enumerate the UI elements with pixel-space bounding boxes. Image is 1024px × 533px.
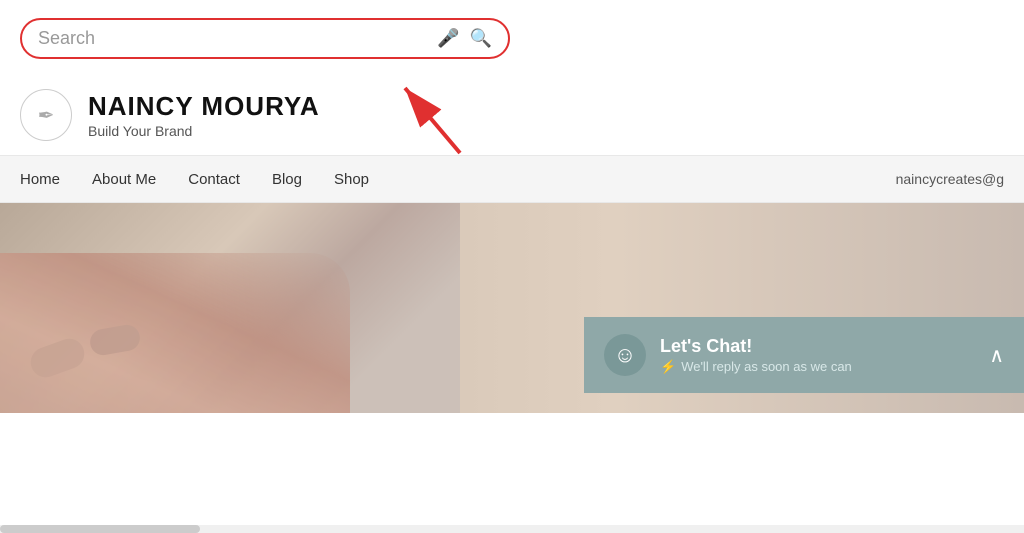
chat-collapse-icon[interactable]: ∧ — [989, 343, 1004, 368]
search-icon[interactable]: 🔍 — [470, 28, 492, 49]
chat-widget[interactable]: ☺ Let's Chat! ⚡ We'll reply as soon as w… — [584, 317, 1024, 393]
lightning-icon: ⚡ — [660, 359, 676, 375]
hand-overlay — [0, 253, 350, 413]
finger — [88, 323, 142, 357]
nav-item-shop[interactable]: Shop — [334, 171, 369, 188]
chat-text-area: Let's Chat! ⚡ We'll reply as soon as we … — [660, 335, 975, 374]
nav-item-home[interactable]: Home — [20, 171, 60, 188]
brand-header: ✒ NAINCY MOURYA Build Your Brand — [0, 73, 1024, 155]
nav-item-blog[interactable]: Blog — [272, 171, 302, 188]
nav-item-contact[interactable]: Contact — [188, 171, 240, 188]
scrollbar-area — [0, 525, 1024, 533]
brand-name: NAINCY MOURYA — [88, 91, 320, 122]
brand-text: NAINCY MOURYA Build Your Brand — [88, 91, 320, 138]
search-box[interactable]: Search 🎤 🔍 — [20, 18, 510, 59]
finger — [27, 334, 89, 381]
brand-tagline: Build Your Brand — [88, 123, 320, 139]
search-icon-group: 🎤 🔍 — [437, 28, 492, 49]
nav-email: naincycreates@g — [896, 171, 1004, 187]
chat-title: Let's Chat! — [660, 335, 975, 358]
hero-section: ☺ Let's Chat! ⚡ We'll reply as soon as w… — [0, 203, 1024, 413]
scrollbar-thumb[interactable] — [0, 525, 200, 533]
brand-logo: ✒ — [20, 89, 72, 141]
nav-links: Home About Me Contact Blog Shop — [20, 171, 896, 188]
chat-avatar: ☺ — [604, 334, 646, 376]
keyboard-image — [0, 203, 460, 413]
mic-icon[interactable]: 🎤 — [437, 28, 459, 49]
logo-icon: ✒ — [38, 103, 55, 128]
chat-subtitle-text: We'll reply as soon as we can — [681, 359, 852, 374]
search-placeholder: Search — [38, 28, 437, 49]
annotation-arrow — [370, 68, 480, 158]
chat-avatar-icon: ☺ — [614, 342, 636, 368]
nav-bar: Home About Me Contact Blog Shop naincycr… — [0, 155, 1024, 203]
search-section: Search 🎤 🔍 — [0, 0, 1024, 73]
nav-item-about[interactable]: About Me — [92, 171, 156, 188]
chat-subtitle: ⚡ We'll reply as soon as we can — [660, 359, 975, 375]
